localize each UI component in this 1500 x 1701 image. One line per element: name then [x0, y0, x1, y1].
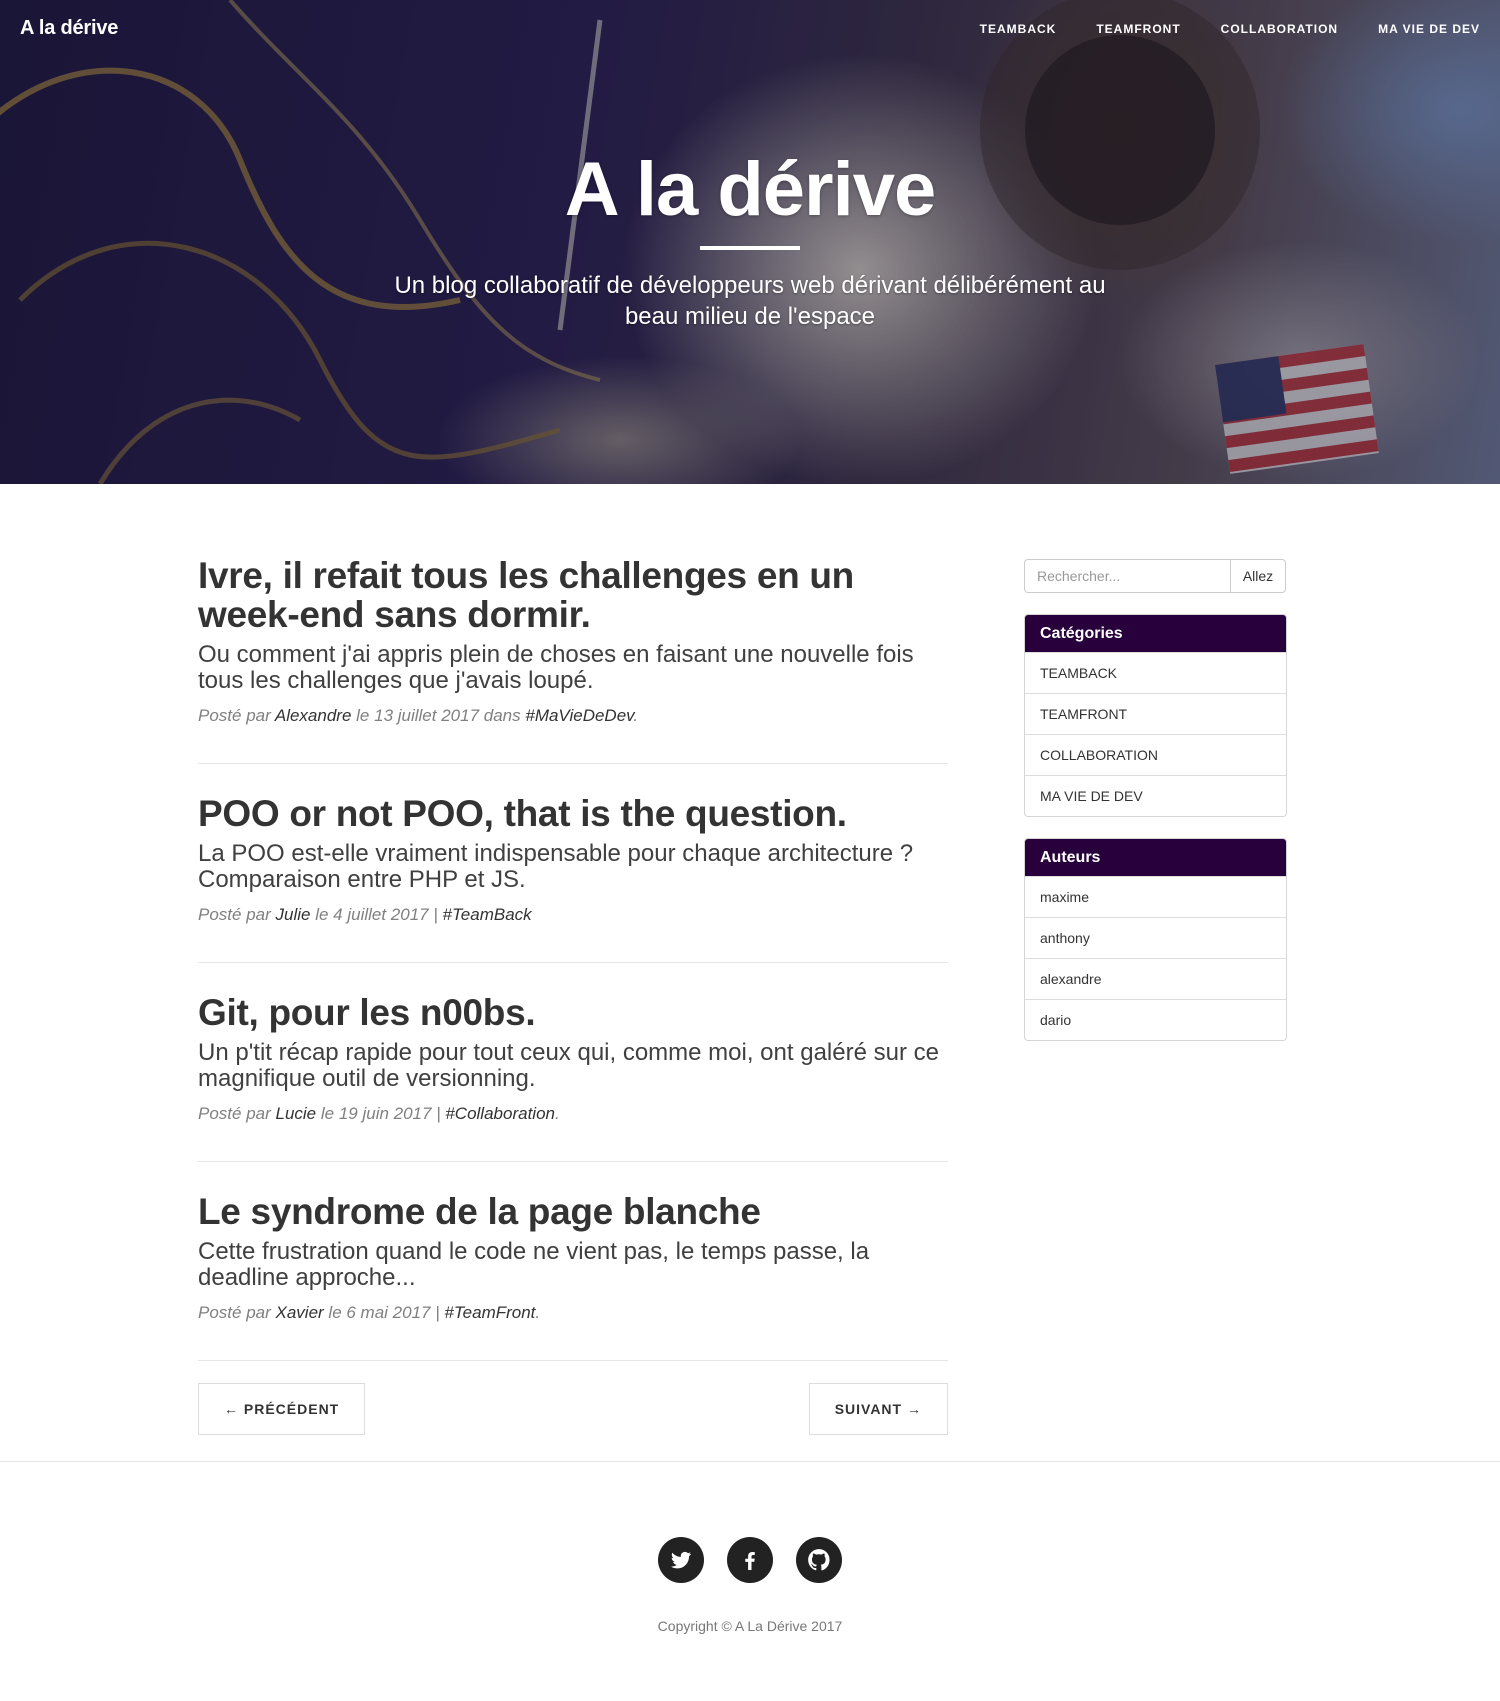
- post-date: le 13 juillet 2017 dans: [356, 706, 521, 725]
- post-author-link[interactable]: Alexandre: [275, 706, 352, 725]
- site-subtitle: Un blog collaboratif de développeurs web…: [394, 271, 1106, 330]
- post-subtitle: Un p'tit récap rapide pour tout ceux qui…: [198, 1039, 939, 1092]
- github-link[interactable]: [796, 1537, 842, 1583]
- category-item-collaboration[interactable]: COLLABORATION: [1025, 734, 1286, 775]
- post-author-link[interactable]: Julie: [276, 905, 311, 924]
- post-date: le 19 juin 2017 |: [320, 1104, 441, 1123]
- sidebar: Allez Catégories TEAMBACK TEAMFRONT COLL…: [1024, 559, 1287, 1041]
- top-navbar: A la dérive TEAMBACK TEAMFRONT COLLABORA…: [0, 0, 1500, 60]
- post-meta: Posté par Alexandre le 13 juillet 2017 d…: [198, 706, 948, 726]
- hero-heading-block: A la dérive Un blog collaboratif de déve…: [0, 150, 1500, 332]
- post-meta-end: .: [554, 1104, 560, 1123]
- authors-heading: Auteurs: [1025, 839, 1286, 876]
- search-button[interactable]: Allez: [1230, 559, 1286, 593]
- page-footer: Copyright © A La Dérive 2017: [0, 1461, 1500, 1701]
- post-tag-link[interactable]: #TeamBack: [443, 905, 532, 924]
- posted-by-label: Posté par: [198, 1303, 271, 1322]
- post-meta-end: .: [633, 706, 639, 725]
- author-item-alexandre[interactable]: alexandre: [1025, 958, 1286, 999]
- site-title: A la dérive: [564, 147, 937, 232]
- github-icon: [808, 1549, 830, 1571]
- post-subtitle: Cette frustration quand le code ne vient…: [198, 1238, 870, 1291]
- posted-by-label: Posté par: [198, 905, 271, 924]
- post-title-link[interactable]: Ivre, il refait tous les challenges en u…: [198, 556, 948, 634]
- categories-panel: Catégories TEAMBACK TEAMFRONT COLLABORAT…: [1024, 614, 1287, 817]
- category-item-teamback[interactable]: TEAMBACK: [1025, 652, 1286, 693]
- posted-by-label: Posté par: [198, 1104, 271, 1123]
- nav-links: TEAMBACK TEAMFRONT COLLABORATION MA VIE …: [980, 22, 1480, 36]
- post-tag-link[interactable]: #Collaboration: [445, 1104, 555, 1123]
- posted-by-label: Posté par: [198, 706, 271, 725]
- post-list: Ivre, il refait tous les challenges en u…: [198, 556, 948, 1361]
- post-title-link[interactable]: Git, pour les n00bs.: [198, 993, 948, 1032]
- nav-link-teamback[interactable]: TEAMBACK: [980, 22, 1057, 36]
- post-meta: Posté par Julie le 4 juillet 2017 | #Tea…: [198, 905, 948, 925]
- post-tag-link[interactable]: #MaVieDeDev: [525, 706, 633, 725]
- search-input[interactable]: [1024, 559, 1230, 593]
- category-item-teamfront[interactable]: TEAMFRONT: [1025, 693, 1286, 734]
- next-page-button[interactable]: SUIVANT →: [808, 1383, 948, 1435]
- category-item-ma-vie-de-dev[interactable]: MA VIE DE DEV: [1025, 775, 1286, 816]
- post-meta: Posté par Lucie le 19 juin 2017 | #Colla…: [198, 1104, 948, 1124]
- post-tag-link[interactable]: #TeamFront: [444, 1303, 535, 1322]
- search-form: Allez: [1024, 559, 1287, 593]
- twitter-link[interactable]: [658, 1537, 704, 1583]
- post-date: le 4 juillet 2017 |: [315, 905, 438, 924]
- twitter-icon: [671, 1551, 691, 1569]
- hero-header: A la dérive TEAMBACK TEAMFRONT COLLABORA…: [0, 0, 1500, 484]
- pagination: ← PRÉCÉDENT SUIVANT →: [198, 1383, 948, 1435]
- post-subtitle: La POO est-elle vraiment indispensable p…: [198, 840, 914, 893]
- post-title-link[interactable]: POO or not POO, that is the question.: [198, 794, 948, 833]
- post-title-link[interactable]: Le syndrome de la page blanche: [198, 1192, 948, 1231]
- post-meta: Posté par Xavier le 6 mai 2017 | #TeamFr…: [198, 1303, 948, 1323]
- post-date: le 6 mai 2017 |: [328, 1303, 440, 1322]
- nav-link-collaboration[interactable]: COLLABORATION: [1221, 22, 1338, 36]
- author-item-maxime[interactable]: maxime: [1025, 876, 1286, 917]
- post-author-link[interactable]: Lucie: [276, 1104, 317, 1123]
- facebook-icon: [745, 1552, 755, 1570]
- authors-panel: Auteurs maxime anthony alexandre dario: [1024, 838, 1287, 1041]
- author-item-anthony[interactable]: anthony: [1025, 917, 1286, 958]
- nav-link-teamfront[interactable]: TEAMFRONT: [1096, 22, 1180, 36]
- post-meta-end: .: [535, 1303, 541, 1322]
- post-subtitle: Ou comment j'ai appris plein de choses e…: [198, 641, 914, 694]
- post-preview: Git, pour les n00bs. Un p'tit récap rapi…: [198, 963, 948, 1162]
- post-author-link[interactable]: Xavier: [276, 1303, 324, 1322]
- previous-page-button[interactable]: ← PRÉCÉDENT: [198, 1383, 366, 1435]
- brand-logo[interactable]: A la dérive: [20, 17, 118, 40]
- categories-heading: Catégories: [1025, 615, 1286, 652]
- author-item-dario[interactable]: dario: [1025, 999, 1286, 1040]
- post-preview: Le syndrome de la page blanche Cette fru…: [198, 1162, 948, 1361]
- post-preview: Ivre, il refait tous les challenges en u…: [198, 556, 948, 764]
- post-preview: POO or not POO, that is the question. La…: [198, 764, 948, 963]
- title-divider: [700, 245, 800, 250]
- facebook-link[interactable]: [727, 1537, 773, 1583]
- nav-link-ma-vie-de-dev[interactable]: MA VIE DE DEV: [1378, 22, 1480, 36]
- copyright-text: Copyright © A La Dérive 2017: [657, 1618, 843, 1634]
- social-links: [658, 1537, 842, 1583]
